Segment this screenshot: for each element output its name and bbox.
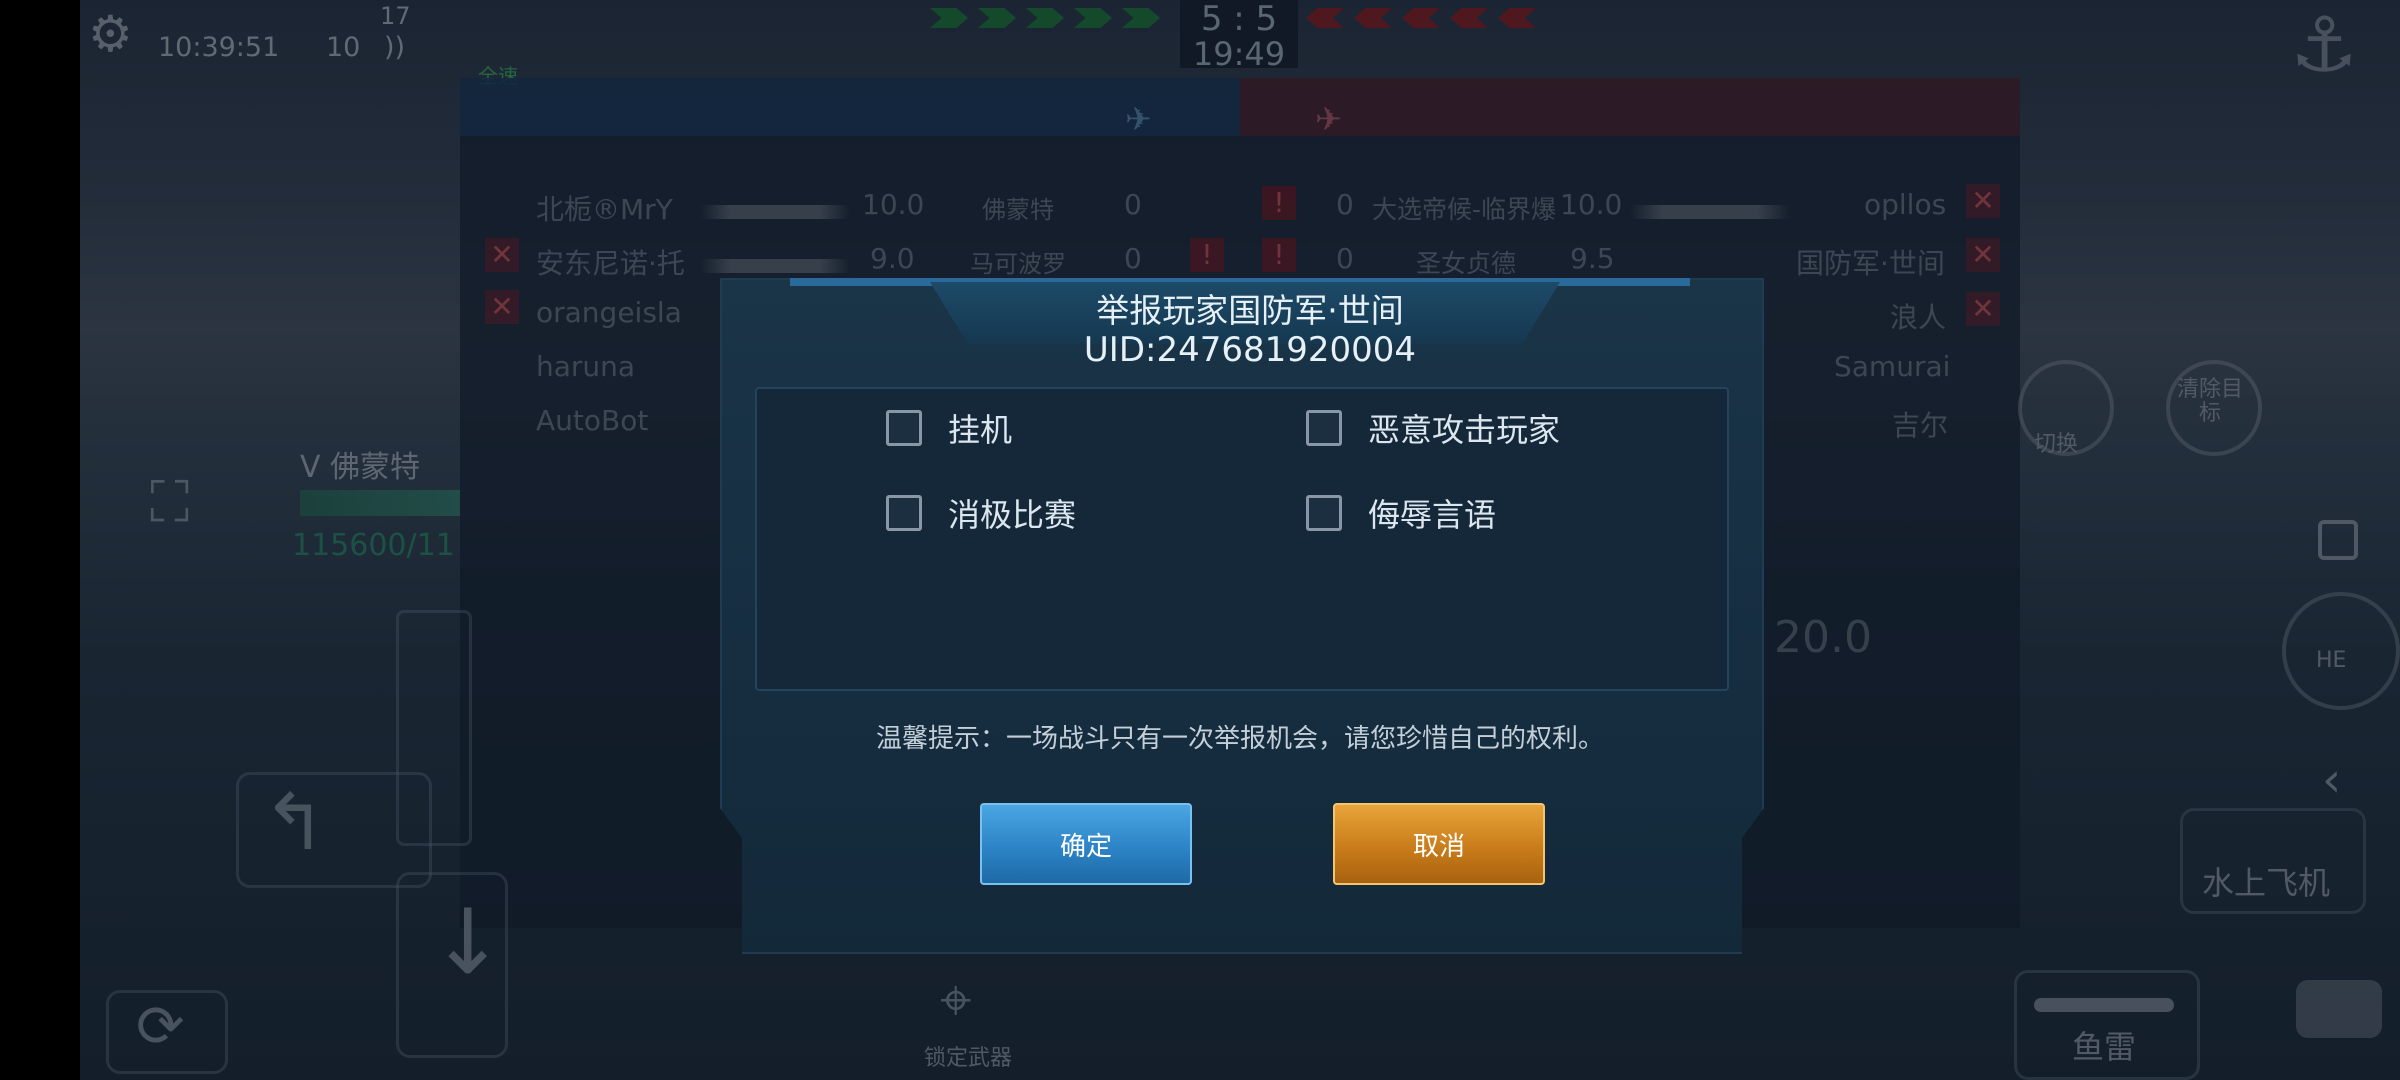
report-tip: 温馨提示：一场战斗只有一次举报机会，请您珍惜自己的权利。	[875, 724, 1604, 754]
option-label: 侮辱言语	[1368, 496, 1497, 534]
checkbox[interactable]	[886, 495, 922, 531]
option-afk[interactable]: 挂机	[886, 405, 1012, 451]
checkbox[interactable]	[886, 410, 922, 446]
dialog-title: 举报玩家国防军·世间	[1096, 291, 1404, 330]
checkbox[interactable]	[1306, 410, 1342, 446]
option-malicious-attack[interactable]: 恶意攻击玩家	[1306, 405, 1560, 451]
option-label: 恶意攻击玩家	[1368, 411, 1561, 449]
option-insulting-language[interactable]: 侮辱言语	[1306, 490, 1496, 536]
dialog-uid: UID:247681920004	[1083, 330, 1417, 370]
confirm-button[interactable]: 确定	[980, 803, 1192, 885]
checkbox[interactable]	[1306, 495, 1342, 531]
game-screen: ⚙ 10:39:51 10 17 )) 全速 5 : 5 19:49 ✈ ✈ 北…	[0, 0, 2400, 1080]
option-passive-play[interactable]: 消极比赛	[886, 490, 1076, 536]
option-label: 消极比赛	[948, 496, 1077, 534]
option-label: 挂机	[948, 411, 1013, 449]
cancel-button[interactable]: 取消	[1333, 803, 1545, 885]
letterbox-bar	[0, 0, 80, 1080]
